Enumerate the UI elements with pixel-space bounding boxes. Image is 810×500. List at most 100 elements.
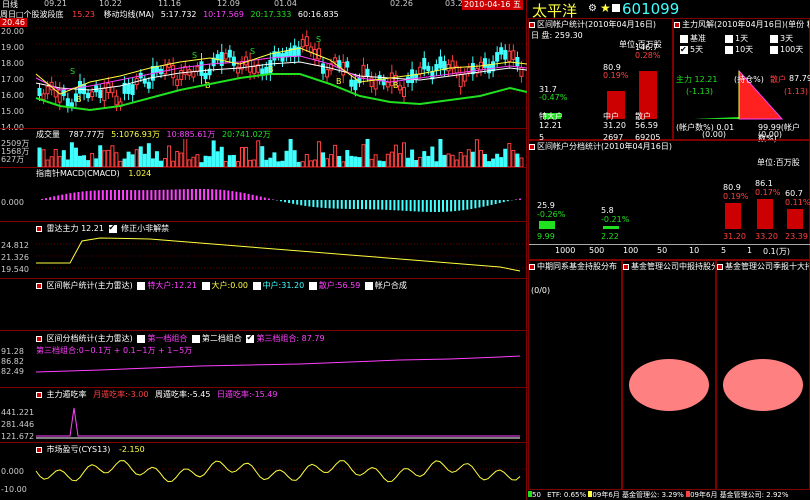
fund-tabs: 中期同系基金持股分布 (0/0) 基金管理公司中报持股分 基金管理公司季报十大持 <box>528 260 810 490</box>
settings-icon[interactable]: ⚙ <box>588 3 597 14</box>
volume-bar <box>373 154 378 167</box>
volume-chart[interactable] <box>0 139 527 167</box>
volume-bar <box>519 157 524 167</box>
candle <box>57 89 62 103</box>
eat-label: 主力遁吃率 <box>46 390 87 399</box>
opt-100d[interactable]: 100天 <box>768 44 803 55</box>
candle <box>252 66 257 75</box>
candle <box>65 98 70 108</box>
checkbox-xl[interactable] <box>137 281 146 290</box>
indicator-dot <box>36 282 42 289</box>
opt-3d[interactable]: 3天 <box>768 33 793 44</box>
macd-value: 1.024 <box>128 169 152 178</box>
item-s: 散户:56.59 <box>318 281 361 290</box>
indicator-dot <box>717 263 723 270</box>
checkbox-g3[interactable] <box>246 333 255 343</box>
candle <box>503 49 508 60</box>
volume-bar <box>268 157 273 167</box>
grade-v: 2.22 <box>601 232 619 241</box>
pl-line <box>35 460 521 483</box>
tab-value: (0/0) <box>531 286 551 295</box>
tab-title: 基金管理公司季报十大持 <box>725 262 809 271</box>
volume-bar <box>389 151 394 167</box>
radar-chart[interactable] <box>0 233 527 277</box>
checkbox-l[interactable] <box>201 281 210 290</box>
xtick: 1 <box>747 246 753 255</box>
indicator-dot <box>36 446 42 453</box>
stock-header: 太平洋 ⚙ ★ 601099 <box>528 0 810 20</box>
opt-10d[interactable]: 10天 <box>723 44 753 55</box>
zone2-chart[interactable] <box>0 350 527 386</box>
candle <box>316 48 321 60</box>
volume-bar <box>474 139 479 167</box>
volume-bar <box>65 159 70 167</box>
checkbox-s[interactable] <box>308 281 317 290</box>
candle <box>470 63 475 75</box>
volume-bar <box>511 149 516 167</box>
candle <box>515 57 520 67</box>
item-g3: 第三档组合: 87.79 <box>256 334 325 343</box>
chart-area[interactable]: 日线 09.21 10.22 11.16 12.09 01.04 02.26 0… <box>0 0 527 500</box>
volume-bar <box>227 155 232 167</box>
panel-header: 区间帐户分档统计(2010年04月16日) <box>529 141 809 152</box>
candle <box>203 72 208 80</box>
candle <box>146 81 151 89</box>
star-icon[interactable]: ★ <box>600 1 611 15</box>
macd-legend: 指南针MACD(CMACD) 1.024 <box>36 168 151 179</box>
grade-top: 80.9 <box>723 183 741 192</box>
volume-bar <box>183 139 188 167</box>
volume-bar <box>37 147 42 167</box>
grade-pct: 0.19% <box>723 192 749 201</box>
volume-bar <box>321 152 325 167</box>
volume-label: 成交量 <box>36 130 60 139</box>
candle <box>300 39 305 48</box>
candle <box>98 89 103 98</box>
fund-footer: 50 ETF: 0.65% 09年6月 基金管理公: 3.29% 09年6月 基… <box>528 490 810 500</box>
risk-v3: 87.79 <box>789 74 810 83</box>
checkbox-g2[interactable] <box>191 334 200 343</box>
macd-chart[interactable] <box>0 180 527 220</box>
opt-1d[interactable]: 1天 <box>723 33 748 44</box>
checkbox-g1[interactable] <box>137 334 146 343</box>
opt-5d[interactable]: 5天 <box>678 44 703 55</box>
volume-bar <box>126 151 131 167</box>
grade-pct: -0.26% <box>537 210 566 219</box>
opt-base[interactable]: 基准 <box>678 33 706 44</box>
volume-bar <box>316 141 321 167</box>
grade-v: 33.20 <box>755 232 778 241</box>
tab-quarter-report[interactable]: 基金管理公司季报十大持 <box>716 260 810 490</box>
panel-title: 主力风解(2010年04月16日)(单份 积耗) <box>682 20 809 29</box>
tab-fund-dist[interactable]: 中期同系基金持股分布 (0/0) <box>528 260 622 490</box>
eat-line <box>36 407 520 437</box>
volume-bar <box>304 154 309 167</box>
pl-chart[interactable] <box>0 455 527 500</box>
divider <box>0 278 527 279</box>
risk-panel: 主力风解(2010年04月16日)(单份 积耗) 基准 1天 3天 5天 10天… <box>673 18 810 143</box>
flag-icon[interactable] <box>612 4 620 12</box>
right-panel: 太平洋 ⚙ ★ 601099 区间帐户统计(2010年04月16日) 日 盘: … <box>528 0 810 500</box>
candle-chart[interactable]: SBSBSBSB B <box>0 18 527 128</box>
candle <box>511 50 516 60</box>
fix-checkbox[interactable] <box>108 223 117 233</box>
grade-pct: 0.11% <box>785 198 810 207</box>
candle <box>426 65 431 72</box>
candle <box>45 85 50 95</box>
volume-bar <box>442 154 447 167</box>
candle <box>110 86 115 94</box>
risk-triangle-green <box>694 117 739 119</box>
eat-chart[interactable] <box>0 400 527 440</box>
xtick: 10 <box>689 246 700 255</box>
risk-pz2: (0.00) <box>702 130 727 139</box>
checkbox-m[interactable] <box>252 281 261 290</box>
tab-mid-report[interactable]: 基金管理公司中报持股分 <box>622 260 716 490</box>
volume-bar <box>187 159 192 167</box>
risk-v4: (1.13) <box>784 87 809 96</box>
volume-bar <box>163 157 168 167</box>
volume-bar <box>138 146 143 167</box>
vol-ma10: 10:885.61万 <box>166 130 216 139</box>
tab-header: 基金管理公司季报十大持 <box>717 261 809 272</box>
volume-bar <box>90 152 95 167</box>
volume-bar <box>353 156 358 167</box>
checkbox-combo[interactable] <box>364 281 373 290</box>
grade-bar <box>787 209 803 229</box>
